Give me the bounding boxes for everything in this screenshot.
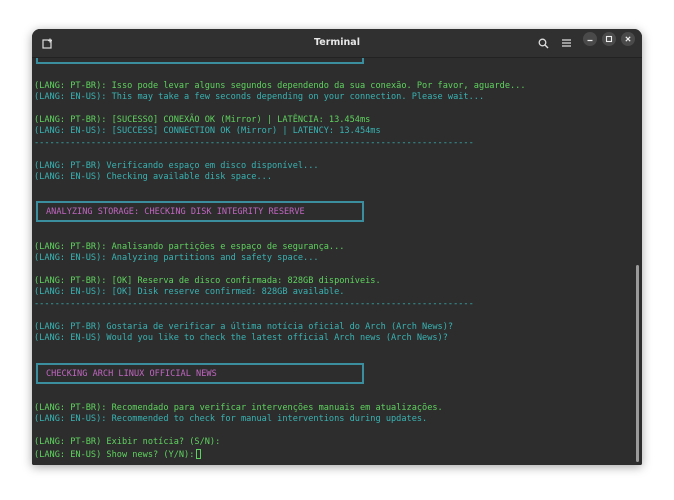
- output-line: (LANG: PT-BR): [OK] Reserva de disco con…: [34, 276, 381, 286]
- prompt-text: (LANG: EN-US) Show news? (Y/N):: [34, 450, 195, 460]
- output-line: (LANG: EN-US): Recommended to check for …: [34, 414, 428, 424]
- output-line: (LANG: PT-BR): Isso pode levar alguns se…: [34, 81, 526, 91]
- maximize-icon[interactable]: [602, 32, 616, 46]
- output-box-partial: [36, 58, 364, 64]
- close-icon[interactable]: [621, 32, 635, 46]
- output-line: (LANG: EN-US): Analyzing partitions and …: [34, 253, 319, 263]
- output-box-news: CHECKING ARCH LINUX OFFICIAL NEWS: [36, 363, 364, 384]
- output-line: (LANG: PT-BR): Analisando partições e es…: [34, 242, 345, 252]
- box-title: ANALYZING STORAGE: CHECKING DISK INTEGRI…: [46, 207, 305, 217]
- separator-line: ----------------------------------------…: [34, 138, 474, 148]
- minimize-icon[interactable]: [583, 32, 597, 46]
- output-line: (LANG: EN-US): This may take a few secon…: [34, 92, 485, 102]
- new-tab-icon[interactable]: [38, 29, 56, 57]
- separator-line: ----------------------------------------…: [34, 299, 474, 309]
- output-line: (LANG: PT-BR): Recomendado para verifica…: [34, 403, 443, 413]
- output-line: (LANG: PT-BR) Gostaria de verificar a úl…: [34, 322, 454, 332]
- prompt-line: (LANG: PT-BR) Exibir notícia? (S/N):: [34, 437, 221, 447]
- terminal-output[interactable]: (LANG: PT-BR): Isso pode levar alguns se…: [32, 58, 642, 465]
- output-line: (LANG: EN-US) Would you like to check th…: [34, 333, 448, 343]
- output-line: (LANG: PT-BR): [SUCESSO] CONEXÃO OK (Mir…: [34, 115, 371, 125]
- prompt-line-active[interactable]: (LANG: EN-US) Show news? (Y/N):: [34, 449, 202, 461]
- title-bar: Terminal: [32, 29, 642, 58]
- output-box-storage: ANALYZING STORAGE: CHECKING DISK INTEGRI…: [36, 201, 364, 222]
- box-title: CHECKING ARCH LINUX OFFICIAL NEWS: [46, 369, 217, 379]
- output-line: (LANG: EN-US) Checking available disk sp…: [34, 172, 272, 182]
- output-line: (LANG: EN-US): [OK] Disk reserve confirm…: [34, 287, 345, 297]
- text-cursor: [196, 449, 202, 459]
- output-line: (LANG: EN-US): [SUCCESS] CONNECTION OK (…: [34, 126, 381, 136]
- hamburger-menu-icon[interactable]: [557, 29, 575, 57]
- search-icon[interactable]: [534, 29, 552, 57]
- scrollbar[interactable]: [636, 265, 639, 462]
- output-line: (LANG: PT-BR) Verificando espaço em disc…: [34, 161, 319, 171]
- terminal-window: Terminal (LANG: PT-BR): Isso pode levar …: [32, 29, 642, 465]
